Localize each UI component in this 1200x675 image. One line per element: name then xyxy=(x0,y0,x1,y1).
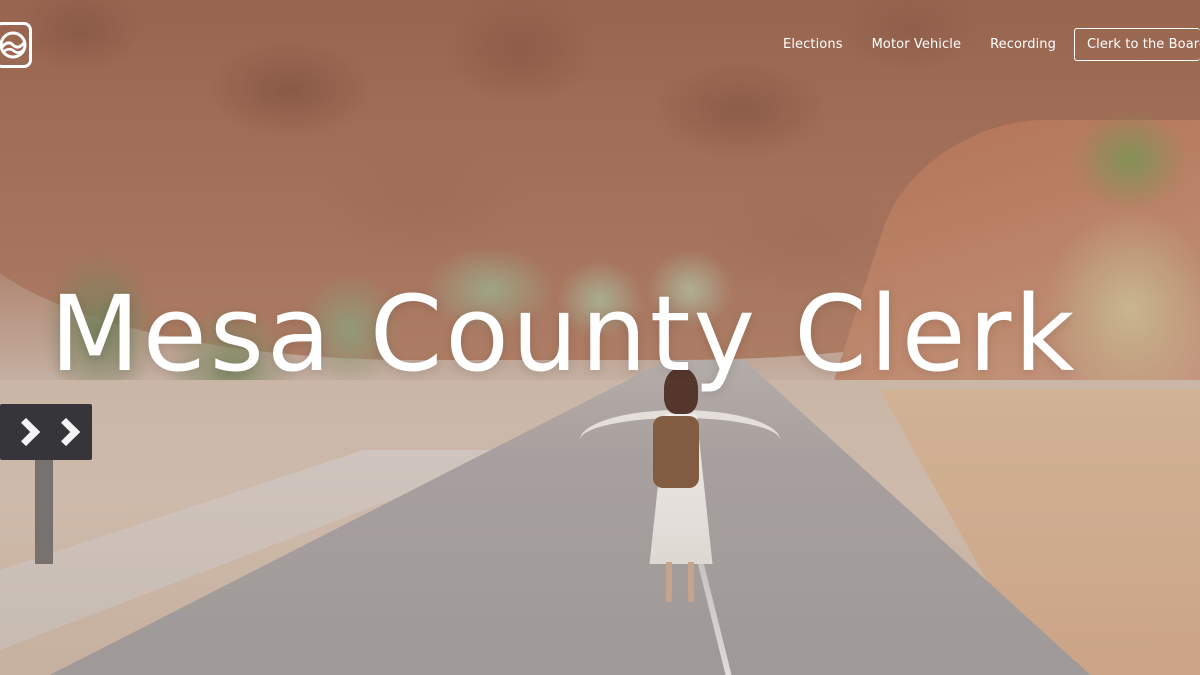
page-title: Mesa County Clerk xyxy=(50,273,1078,395)
nav-recording[interactable]: Recording xyxy=(990,37,1056,52)
nav-motor-vehicle[interactable]: Motor Vehicle xyxy=(872,37,962,52)
mesa-county-logo-icon[interactable] xyxy=(0,22,32,68)
nav-clerk-to-the-board-button[interactable]: Clerk to the Board xyxy=(1074,28,1200,61)
logo-mark-icon xyxy=(0,31,27,59)
nav-elections[interactable]: Elections xyxy=(783,37,843,52)
hero-banner: Elections Motor Vehicle Recording Clerk … xyxy=(0,0,1200,675)
main-nav: Elections Motor Vehicle Recording Clerk … xyxy=(754,28,1200,61)
